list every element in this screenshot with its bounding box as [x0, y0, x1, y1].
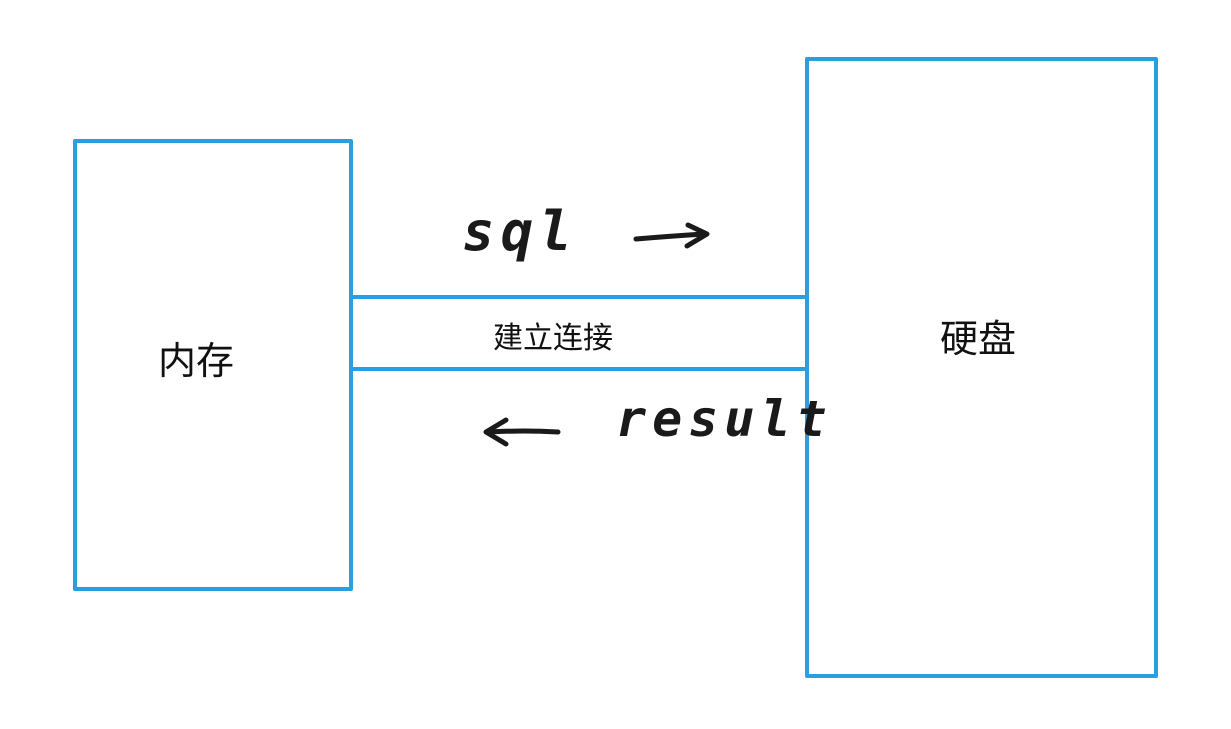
- connection-line-top: [351, 295, 807, 299]
- response-label: result: [616, 390, 833, 448]
- arrow-right-icon: [633, 222, 710, 249]
- disk-box: [805, 57, 1158, 678]
- request-label: sql: [462, 200, 578, 263]
- disk-label: 硬盘: [940, 317, 1017, 361]
- connection-line-bottom: [351, 367, 807, 371]
- arrow-left-icon: [483, 417, 561, 447]
- connection-label: 建立连接: [493, 321, 613, 356]
- memory-label: 内存: [158, 339, 235, 383]
